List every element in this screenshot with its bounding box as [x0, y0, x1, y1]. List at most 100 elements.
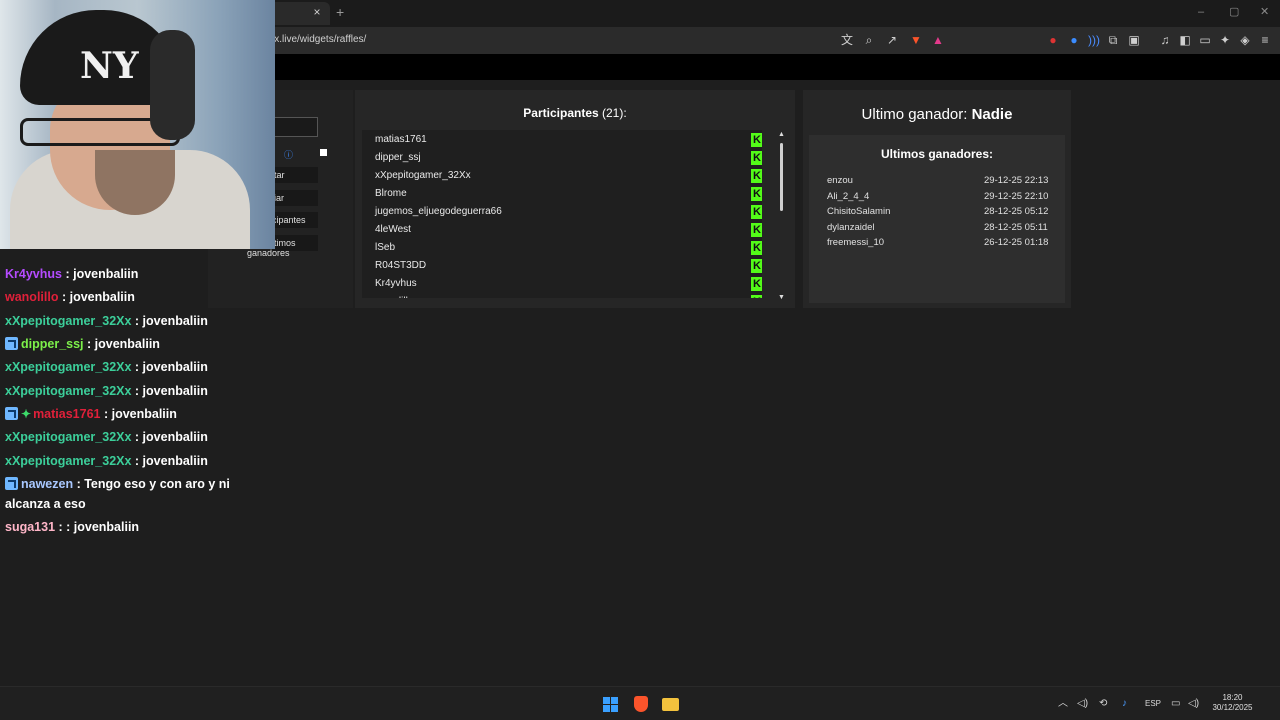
- winner-row: Ali_2_4_4 29-12-25 22:10: [809, 191, 1065, 206]
- chat-text: : jovenbaliin: [131, 384, 208, 398]
- sync-icon[interactable]: ⟲: [1099, 698, 1107, 710]
- subscriber-badge-icon: [5, 407, 18, 420]
- chat-text: : jovenbaliin: [58, 290, 135, 304]
- new-tab-icon[interactable]: +: [336, 4, 344, 20]
- display-icon[interactable]: ▭: [1171, 698, 1180, 710]
- list-item[interactable]: matias1761 K: [362, 131, 762, 149]
- last-winner-label: Ultimo ganador:: [861, 106, 968, 123]
- menu-icon[interactable]: ≡: [1258, 33, 1272, 47]
- volume-icon[interactable]: ◁): [1077, 698, 1088, 710]
- participant-name: matias1761: [375, 134, 427, 145]
- speaker-icon[interactable]: ◁): [1188, 698, 1199, 710]
- puzzle-icon[interactable]: ▣: [1127, 33, 1141, 47]
- kick-badge-icon: K: [751, 241, 762, 255]
- music-icon[interactable]: ♫: [1158, 33, 1172, 47]
- list-item[interactable]: wanolillo K: [362, 293, 762, 298]
- participant-name: Kr4yvhus: [375, 278, 417, 289]
- winner-row-date: 29-12-25 22:10: [984, 191, 1049, 202]
- raffle-keyword-input[interactable]: [270, 117, 318, 137]
- chat-message: alcanza a eso: [5, 497, 86, 511]
- minimize-icon[interactable]: –: [1198, 6, 1204, 18]
- chat-text: : jovenbaliin: [100, 407, 177, 421]
- extension-blue-icon[interactable]: ●: [1067, 33, 1081, 47]
- microphone-icon[interactable]: ♪: [1122, 698, 1127, 710]
- chat-text: : jovenbaliin: [61, 267, 139, 281]
- chat-message: ✦ matias1761 : jovenbaliin: [5, 407, 177, 421]
- last-winners-button-label: ganadores: [247, 248, 290, 258]
- chat-username: xXpepitogamer_32Xx: [5, 360, 132, 374]
- participants-list[interactable]: matias1761 K dipper_ssj K xXpepitogamer_32…: [362, 130, 762, 298]
- language-indicator[interactable]: ESP: [1145, 699, 1161, 708]
- chat-message: xXpepitogamer_32Xx : jovenbaliin: [5, 384, 208, 398]
- list-item[interactable]: 4leWest K: [362, 221, 762, 239]
- close-icon[interactable]: ✕: [1260, 6, 1269, 18]
- winner-row: ChisitoSalamin 28-12-25 05:12: [809, 206, 1065, 221]
- list-item[interactable]: jugemos_eljuegodeguerra66 K: [362, 203, 762, 221]
- start-button[interactable]: tar: [270, 167, 318, 183]
- share-icon[interactable]: ↗: [885, 33, 899, 47]
- chat-message: wanolillo : jovenbaliin: [5, 290, 135, 304]
- info-icon[interactable]: ⓘ: [284, 148, 293, 161]
- scroll-down-icon[interactable]: ▼: [778, 294, 785, 301]
- sidebar-icon[interactable]: ◧: [1178, 33, 1192, 47]
- participant-name: xXpepitogamer_32Xx: [375, 170, 471, 181]
- ny-logo: NY: [80, 45, 139, 87]
- chat-message: xXpepitogamer_32Xx : jovenbaliin: [5, 430, 208, 444]
- clock-time: 18:20: [1222, 693, 1243, 702]
- brave-shields-icon[interactable]: ▼: [909, 33, 923, 47]
- chat-message: xXpepitogamer_32Xx : jovenbaliin: [5, 454, 208, 468]
- webcam-overlay: NY: [0, 0, 275, 249]
- winner-row-date: 28-12-25 05:12: [984, 206, 1049, 217]
- chat-message: xXpepitogamer_32Xx : jovenbaliin: [5, 360, 208, 374]
- vpn-icon[interactable]: ◈: [1238, 33, 1252, 47]
- chevron-up-icon[interactable]: ︿: [1058, 698, 1068, 710]
- list-item[interactable]: dipper_ssj K: [362, 149, 762, 167]
- chat-username: matias1761: [33, 407, 101, 421]
- screenshot-icon[interactable]: ⧉: [1106, 33, 1120, 47]
- scroll-up-icon[interactable]: ▲: [778, 131, 785, 138]
- wallet-icon[interactable]: ▭: [1198, 33, 1212, 47]
- winner-row: freemessi_10 26-12-25 01:18: [809, 237, 1065, 252]
- chat-text: alcanza a eso: [5, 497, 86, 511]
- chat-username: xXpepitogamer_32Xx: [5, 384, 132, 398]
- participant-name: Blrome: [375, 188, 407, 199]
- pause-button[interactable]: iar: [270, 190, 318, 206]
- brave-rewards-icon[interactable]: ▲: [931, 33, 945, 47]
- chat-username: xXpepitogamer_32Xx: [5, 314, 132, 328]
- list-item[interactable]: xXpepitogamer_32Xx K: [362, 167, 762, 185]
- winner-row-name: dylanzaidel: [827, 222, 875, 233]
- scrollbar-thumb[interactable]: [780, 143, 783, 211]
- chat-text: : : jovenbaliin: [55, 520, 140, 534]
- brave-browser-icon[interactable]: [634, 696, 648, 712]
- file-explorer-icon[interactable]: [662, 698, 679, 711]
- chat-text: : Tengo eso y con aro y ni: [73, 477, 230, 491]
- kick-badge-icon: K: [751, 295, 762, 298]
- leo-icon[interactable]: ✦: [1218, 33, 1232, 47]
- winner-row-name: Ali_2_4_4: [827, 191, 870, 202]
- participant-name: jugemos_eljuegodeguerra66: [375, 206, 502, 217]
- clock[interactable]: 18:20 30/12/2025: [1210, 693, 1255, 713]
- participants-scrollbar[interactable]: ▲ ▼: [778, 131, 786, 301]
- chat-username: wanolillo: [5, 290, 59, 304]
- chat-username: xXpepitogamer_32Xx: [5, 454, 132, 468]
- kick-badge-icon: K: [751, 259, 762, 273]
- star-badge-icon: ✦: [21, 407, 32, 421]
- list-item[interactable]: Kr4yvhus K: [362, 275, 762, 293]
- list-item[interactable]: R04ST3DD K: [362, 257, 762, 275]
- audio-icon[interactable]: ))): [1087, 33, 1101, 47]
- zoom-icon[interactable]: ⌕: [862, 33, 876, 47]
- translate-icon[interactable]: 文: [840, 33, 854, 47]
- clock-date: 30/12/2025: [1212, 703, 1253, 712]
- option-checkbox[interactable]: [320, 149, 327, 156]
- last-winner-name: Nadie: [971, 106, 1013, 123]
- record-icon[interactable]: ●: [1046, 33, 1060, 47]
- chat-text: : jovenbaliin: [83, 337, 160, 351]
- maximize-icon[interactable]: ▢: [1229, 6, 1239, 18]
- chat-message: Kr4yvhus : jovenbaliin: [5, 267, 138, 281]
- list-item[interactable]: lSeb K: [362, 239, 762, 257]
- url-field[interactable]: ix.live/widgets/raffles/: [272, 34, 366, 45]
- tab-close-icon[interactable]: ×: [312, 5, 322, 19]
- windows-start-icon[interactable]: [603, 697, 618, 712]
- participant-name: wanolillo: [375, 296, 413, 298]
- list-item[interactable]: Blrome K: [362, 185, 762, 203]
